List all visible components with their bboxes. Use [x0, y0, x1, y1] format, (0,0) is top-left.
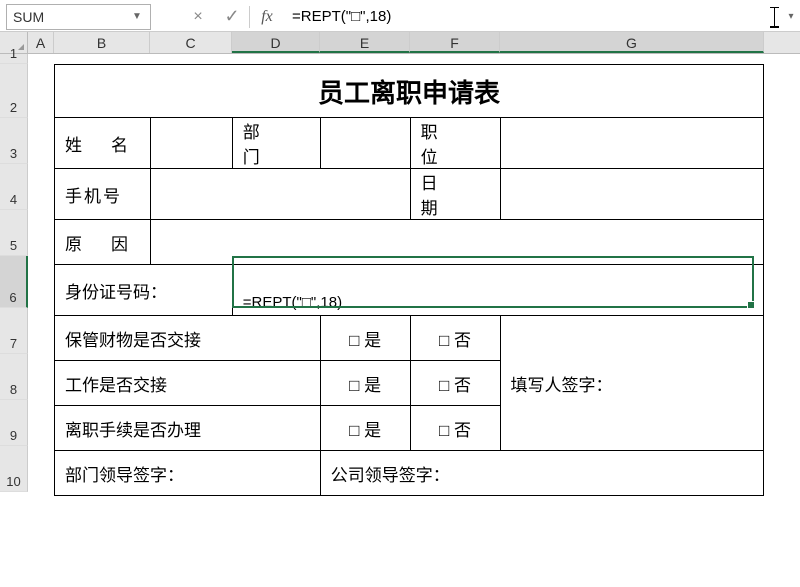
- spreadsheet-grid: A B C D E F G 1 2 3 4 5 6 7 8 9 10 员工离职申…: [0, 32, 800, 492]
- field-position[interactable]: [500, 118, 764, 169]
- field-phone[interactable]: [150, 169, 410, 220]
- label-phone[interactable]: 手机号: [55, 169, 151, 220]
- column-headers: A B C D E F G: [0, 32, 800, 54]
- label-id[interactable]: 身份证号码：: [55, 265, 233, 316]
- row-header-7[interactable]: 7: [0, 308, 28, 354]
- label-dept-sign[interactable]: 部门领导签字：: [55, 451, 321, 496]
- cancel-icon[interactable]: ×: [181, 4, 215, 30]
- grid-rows: 1 2 3 4 5 6 7 8 9 10 员工离职申请表 姓 名 部 门 职 位: [0, 54, 800, 492]
- label-position[interactable]: 职 位: [410, 118, 500, 169]
- label-q1[interactable]: 保管财物是否交接: [55, 316, 321, 361]
- row-header-9[interactable]: 9: [0, 400, 28, 446]
- label-filler-sign[interactable]: 填写人签字：: [500, 316, 764, 451]
- label-reason[interactable]: 原 因: [55, 220, 151, 265]
- row-header-3[interactable]: 3: [0, 118, 28, 164]
- row-header-8[interactable]: 8: [0, 354, 28, 400]
- row-header-10[interactable]: 10: [0, 446, 28, 492]
- q2-no[interactable]: □ 否: [410, 361, 500, 406]
- chevron-down-icon[interactable]: ▼: [130, 11, 144, 22]
- row-header-4[interactable]: 4: [0, 164, 28, 210]
- col-header-G[interactable]: G: [500, 32, 764, 53]
- col-header-A[interactable]: A: [28, 32, 54, 53]
- field-dept[interactable]: [320, 118, 410, 169]
- label-dept[interactable]: 部 门: [232, 118, 320, 169]
- resignation-form-table: 员工离职申请表 姓 名 部 门 职 位 手机号 日 期 原 因: [54, 64, 764, 496]
- formula-bar: SUM ▼ × ✓ fx ▾: [0, 0, 800, 32]
- formula-input[interactable]: [284, 4, 738, 30]
- text-cursor-icon: [768, 6, 782, 28]
- label-date[interactable]: 日 期: [410, 169, 500, 220]
- enter-icon[interactable]: ✓: [215, 4, 249, 30]
- row-header-2[interactable]: 2: [0, 64, 28, 118]
- field-name[interactable]: [150, 118, 232, 169]
- row-header-6[interactable]: 6: [0, 256, 28, 308]
- col-header-E[interactable]: E: [320, 32, 410, 53]
- field-id-editing[interactable]: =REPT("□",18): [232, 265, 763, 316]
- label-name[interactable]: 姓 名: [55, 118, 151, 169]
- label-q3[interactable]: 离职手续是否办理: [55, 406, 321, 451]
- field-reason[interactable]: [150, 220, 763, 265]
- q2-yes[interactable]: □ 是: [320, 361, 410, 406]
- field-date[interactable]: [500, 169, 764, 220]
- q3-yes[interactable]: □ 是: [320, 406, 410, 451]
- form-title[interactable]: 员工离职申请表: [55, 65, 764, 118]
- expand-formula-bar-icon[interactable]: ▾: [782, 4, 800, 30]
- label-company-sign[interactable]: 公司领导签字：: [320, 451, 763, 496]
- name-box[interactable]: SUM ▼: [6, 4, 151, 30]
- name-box-value: SUM: [13, 9, 130, 25]
- row-header-1[interactable]: 1: [0, 54, 28, 64]
- col-header-C[interactable]: C: [150, 32, 232, 53]
- q1-no[interactable]: □ 否: [410, 316, 500, 361]
- col-header-F[interactable]: F: [410, 32, 500, 53]
- col-header-D[interactable]: D: [232, 32, 320, 53]
- row-header-5[interactable]: 5: [0, 210, 28, 256]
- label-q2[interactable]: 工作是否交接: [55, 361, 321, 406]
- q3-no[interactable]: □ 否: [410, 406, 500, 451]
- q1-yes[interactable]: □ 是: [320, 316, 410, 361]
- fx-icon[interactable]: fx: [250, 4, 284, 30]
- col-header-B[interactable]: B: [54, 32, 150, 53]
